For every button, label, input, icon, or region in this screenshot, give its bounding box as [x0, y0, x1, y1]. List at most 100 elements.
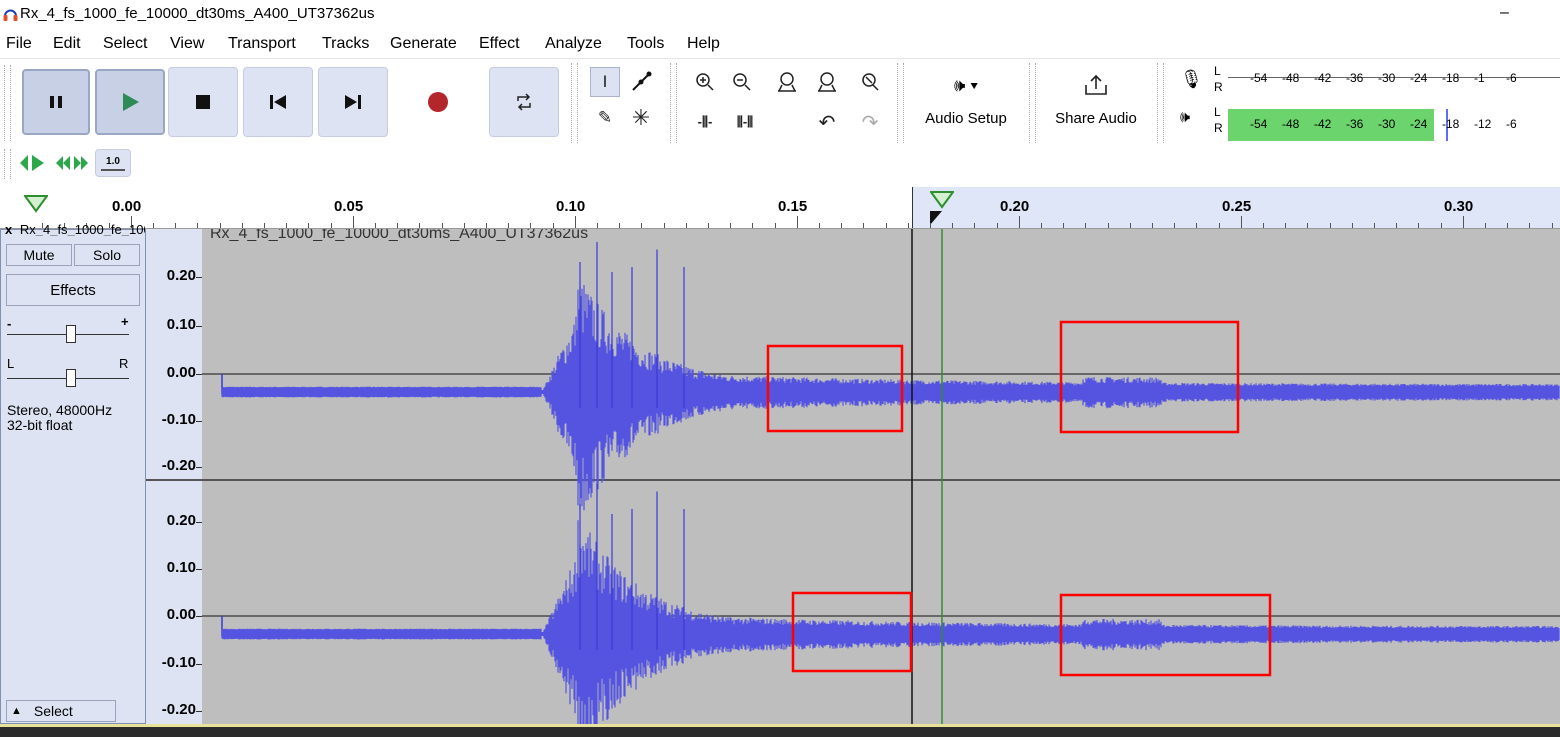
undo-icon[interactable]: ↶ [812, 107, 842, 137]
window-title: Rx_4_fs_1000_fe_10000_dt30ms_A400_UT3736… [20, 5, 375, 22]
ruler-label: 0.00 [112, 198, 142, 215]
menu-select[interactable]: Select [103, 35, 147, 53]
ruler-tick [997, 223, 998, 228]
ruler-tick [664, 223, 665, 228]
ruler-label: 0.05 [334, 198, 364, 215]
menu-analyze[interactable]: Analyze [545, 35, 602, 53]
loop-icon [517, 93, 531, 111]
ruler-label: 0.30 [1444, 198, 1474, 215]
toolbar-grip[interactable] [670, 63, 677, 143]
stop-button[interactable] [168, 67, 238, 137]
multi-tool-icon[interactable]: ✳ [626, 103, 656, 133]
amplitude-label: 0.00 [166, 364, 196, 381]
redo-icon[interactable]: ↷ [855, 107, 885, 137]
track-format-label: Stereo, 48000Hz [7, 402, 113, 418]
gain-plus-label: + [121, 314, 129, 329]
loop-button[interactable] [489, 67, 559, 137]
amplitude-label: 0.20 [166, 267, 196, 284]
skip-to-end-button[interactable] [318, 67, 388, 137]
toolbar-grip[interactable] [4, 65, 11, 141]
timeline-ruler[interactable]: 0.00 0.05 0.10 0.15 0.20 0.25 0.30 [0, 187, 1560, 229]
ruler-tick [1441, 223, 1442, 228]
zoom-toggle-icon[interactable] [855, 67, 885, 97]
ruler-tick [197, 223, 198, 228]
speaker-icon: 🕪 ▾ [954, 75, 978, 95]
select-track-button[interactable]: ▲ Select [6, 700, 116, 722]
playback-meter[interactable]: -54 -48 -42 -36 -30 -24 -18 -12 -6 [1220, 109, 1560, 141]
ruler-tick [1485, 223, 1486, 228]
pause-button[interactable] [22, 69, 90, 135]
ruler-tick [974, 223, 975, 228]
gain-minus-label: - [7, 316, 12, 331]
toolbar-grip[interactable] [4, 149, 11, 179]
meter-tick-label: -30 [1378, 71, 1396, 85]
zoom-out-icon[interactable] [727, 67, 757, 97]
play-button[interactable] [95, 69, 165, 135]
solo-button[interactable]: Solo [74, 244, 140, 266]
menu-tracks[interactable]: Tracks [322, 35, 369, 53]
ruler-tick [752, 223, 753, 228]
ruler-tick [1019, 216, 1020, 228]
draw-tool-icon[interactable]: ✎ [590, 103, 620, 133]
effects-button[interactable]: Effects [6, 274, 140, 306]
play-at-speed-icon[interactable] [18, 152, 46, 174]
share-audio-label: Share Audio [1055, 110, 1137, 127]
toolbar-grip[interactable] [1029, 63, 1036, 143]
menu-effect[interactable]: Effect [479, 35, 520, 53]
menu-file[interactable]: File [6, 35, 32, 53]
zoom-in-icon[interactable] [690, 67, 720, 97]
ruler-tick [641, 223, 642, 228]
amplitude-label: -0.20 [161, 457, 196, 474]
menu-transport[interactable]: Transport [228, 35, 296, 53]
close-track-icon[interactable]: x [1, 222, 16, 236]
fit-selection-icon[interactable] [772, 67, 802, 97]
playback-speed-slider[interactable]: 1.0 [95, 149, 131, 177]
track-name-bar[interactable]: x Rx_4_fs_1000_fe_10000_dt30ms_A400_UT37… [1, 222, 145, 236]
minimize-button[interactable]: – [1500, 4, 1509, 22]
menu-tools[interactable]: Tools [627, 35, 664, 53]
ruler-tick [1285, 223, 1286, 228]
audio-setup-button[interactable]: 🕪 ▾ Audio Setup [910, 69, 1022, 139]
selection-tool-icon[interactable]: I [590, 67, 620, 97]
share-audio-button[interactable]: Share Audio [1042, 69, 1150, 139]
mute-button[interactable]: Mute [6, 244, 72, 266]
toolbar-grip[interactable] [897, 63, 904, 143]
waveform-view[interactable]: Rx_4_fs_1000_fe_10000_dt30ms_A400_UT3736… [202, 229, 1560, 724]
play-at-speed-once-icon[interactable] [54, 152, 90, 174]
gain-slider[interactable] [66, 325, 76, 343]
pan-slider[interactable] [66, 369, 76, 387]
trim-audio-icon[interactable]: -⫼- [690, 107, 720, 137]
ruler-tick [708, 223, 709, 228]
pin-triangle-icon[interactable] [24, 195, 48, 213]
skip-to-start-button[interactable] [243, 67, 313, 137]
waveform-canvas[interactable] [202, 229, 1560, 724]
ruler-tick [886, 223, 887, 228]
toolbar-grip[interactable] [571, 63, 578, 143]
collapse-icon[interactable]: ▲ [7, 705, 34, 717]
ruler-tick [775, 223, 776, 228]
ruler-tick [1307, 223, 1308, 228]
play-head-icon[interactable] [930, 191, 954, 225]
meter-tick-label: -6 [1506, 71, 1517, 85]
menu-edit[interactable]: Edit [53, 35, 81, 53]
play-icon [123, 93, 139, 111]
ruler-tick [1418, 223, 1419, 228]
menu-view[interactable]: View [170, 35, 204, 53]
playback-speaker-icon[interactable]: 🕪 [1180, 109, 1190, 127]
pause-icon [50, 96, 62, 108]
ruler-tick [1352, 223, 1353, 228]
record-button[interactable] [403, 67, 473, 137]
record-meter[interactable]: -54 -48 -42 -36 -30 -24 -18 -1 -6 [1220, 69, 1560, 87]
toolbar-grip[interactable] [1157, 63, 1164, 143]
envelope-tool-icon[interactable] [626, 67, 656, 97]
track-control-panel: x Rx_4_fs_1000_fe_10000_dt30ms_A400_UT37… [0, 222, 146, 724]
menu-help[interactable]: Help [687, 35, 720, 53]
microphone-icon[interactable]: 🎙 [1180, 69, 1203, 90]
track-info: Stereo, 48000Hz 32-bit float [7, 403, 112, 433]
ruler-tick [1507, 223, 1508, 228]
silence-audio-icon[interactable]: ⫼-⫼ [730, 107, 760, 137]
fit-project-icon[interactable] [812, 67, 842, 97]
vertical-amplitude-ruler[interactable]: 0.20 0.10 0.00 -0.10 -0.20 0.20 0.10 0.00 -0.10 -… [146, 229, 202, 724]
select-label: Select [33, 703, 73, 719]
menu-generate[interactable]: Generate [390, 35, 457, 53]
